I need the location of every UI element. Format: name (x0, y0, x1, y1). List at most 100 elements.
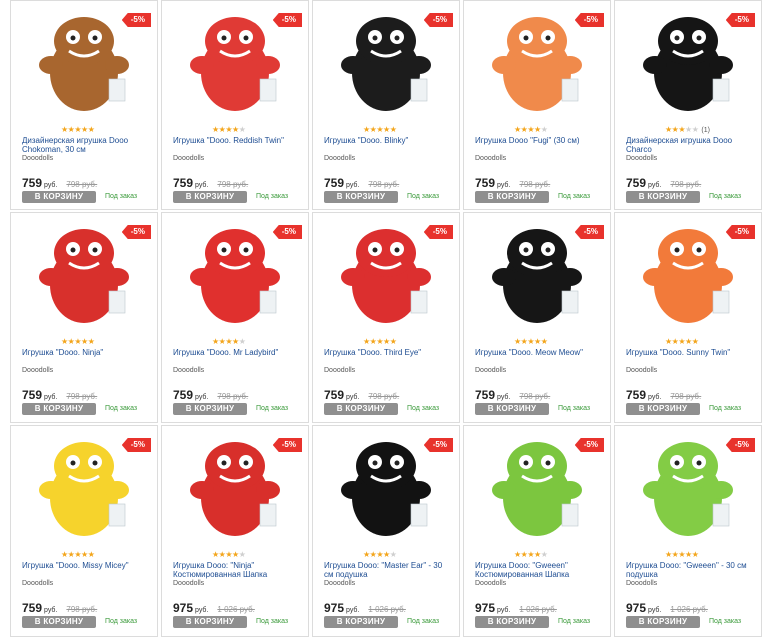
product-title-link[interactable]: Игрушка "Dooo. Missy Micey" (22, 561, 150, 570)
add-to-cart-button[interactable]: В КОРЗИНУ (324, 191, 398, 203)
star-icon: ★ (232, 337, 239, 346)
star-icon: ★ (383, 337, 390, 346)
product-card[interactable]: -5% ★★★★★ Игрушка "Dooo. Ninja" Dooodoll… (10, 212, 158, 423)
brand-label: Dooodolls (173, 367, 205, 374)
star-icon: ★ (232, 550, 239, 559)
availability-status: Под заказ (407, 618, 440, 625)
price-row: 759 руб. 798 руб. (324, 174, 399, 190)
product-card[interactable]: -5% ★★★★★ Игрушка Dooo: "Master Ear" - 3… (312, 425, 460, 637)
add-to-cart-button[interactable]: В КОРЗИНУ (475, 616, 549, 628)
product-title-link[interactable]: Игрушка "Dooo. Sunny Twin" (626, 348, 754, 357)
currency-label: руб. (346, 182, 360, 189)
star-icon: ★ (685, 125, 692, 134)
price-value: 759 (324, 388, 345, 402)
brand-label: Dooodolls (22, 155, 54, 162)
price-row: 975 руб. 1 026 руб. (324, 599, 406, 615)
product-card[interactable]: -5% ★★★★★ Игрушка "Dooo. Meow Meow" Dooo… (463, 212, 611, 423)
availability-status: Под заказ (709, 618, 742, 625)
star-icon: ★ (376, 337, 384, 346)
old-price: 1 026 руб. (670, 605, 708, 614)
product-card[interactable]: -5% ★★★★★ Игрушка "Dooo. Reddish Twin" D… (161, 0, 309, 210)
price-row: 759 руб. 798 руб. (475, 174, 550, 190)
add-to-cart-button[interactable]: В КОРЗИНУ (22, 191, 96, 203)
rating-stars: ★★★★★ (61, 125, 95, 135)
add-to-cart-button[interactable]: В КОРЗИНУ (324, 403, 398, 415)
discount-badge: -5% (725, 13, 755, 27)
star-icon: ★ (87, 550, 95, 559)
product-title-link[interactable]: Игрушка "Dooo. Ninja" (22, 348, 150, 357)
product-card[interactable]: -5% ★★★★★ Игрушка "Dooo. Missy Micey" Do… (10, 425, 158, 637)
discount-badge: -5% (272, 225, 302, 239)
star-icon: ★ (534, 125, 541, 134)
old-price: 798 руб. (519, 392, 551, 401)
currency-label: руб. (497, 607, 511, 614)
availability-status: Под заказ (407, 405, 440, 412)
currency-label: руб. (44, 394, 58, 401)
product-card[interactable]: -5% ★★★★★ (1) Дизайнерская игрушка Dooo C… (614, 0, 762, 210)
star-icon: ★ (383, 550, 390, 559)
star-icon: ★ (238, 337, 246, 346)
brand-label: Dooodolls (626, 580, 658, 587)
product-title-link[interactable]: Игрушка "Dooo. Meow Meow" (475, 348, 603, 357)
add-to-cart-button[interactable]: В КОРЗИНУ (173, 403, 247, 415)
add-to-cart-button[interactable]: В КОРЗИНУ (173, 616, 247, 628)
product-title-link[interactable]: Игрушка Dooo: "Master Ear" - 30 см подуш… (324, 561, 452, 579)
star-icon: ★ (212, 337, 219, 346)
add-to-cart-button[interactable]: В КОРЗИНУ (22, 403, 96, 415)
product-card[interactable]: -5% ★★★★★ Игрушка "Dooo. Third Eye" Dooo… (312, 212, 460, 423)
availability-status: Под заказ (105, 618, 138, 625)
add-to-cart-button[interactable]: В КОРЗИНУ (626, 191, 700, 203)
add-to-cart-button[interactable]: В КОРЗИНУ (22, 616, 96, 628)
product-title-link[interactable]: Дизайнерская игрушка Dooo Charco (626, 136, 754, 154)
old-price: 798 руб. (217, 392, 249, 401)
add-to-cart-button[interactable]: В КОРЗИНУ (475, 403, 549, 415)
star-icon: ★ (691, 125, 699, 134)
product-title-link[interactable]: Дизайнерская игрушка Dooo Chokoman, 30 с… (22, 136, 150, 154)
product-title-link[interactable]: Игрушка "Dooo. Mr Ladybird" (173, 348, 301, 357)
price-value: 759 (626, 388, 647, 402)
product-card[interactable]: -5% ★★★★★ Игрушка "Dooo. Mr Ladybird" Do… (161, 212, 309, 423)
product-title-link[interactable]: Игрушка "Dooo. Third Eye" (324, 348, 452, 357)
rating-stars: ★★★★★ (514, 125, 548, 135)
discount-badge: -5% (272, 13, 302, 27)
star-icon: ★ (514, 125, 521, 134)
product-title-link[interactable]: Игрушка Dooo: "Gweeen" Костюмированная Ш… (475, 561, 603, 579)
currency-label: руб. (44, 182, 58, 189)
product-title-link[interactable]: Игрушка Dooo "Fugi" (30 см) (475, 136, 603, 145)
price-row: 759 руб. 798 руб. (22, 174, 97, 190)
star-icon: ★ (540, 337, 548, 346)
old-price: 1 026 руб. (519, 605, 557, 614)
star-icon: ★ (514, 550, 521, 559)
product-title-link[interactable]: Игрушка "Dooo. Blinky" (324, 136, 452, 145)
star-icon: ★ (534, 337, 541, 346)
product-title-link[interactable]: Игрушка Dooo: "Gweeen" - 30 см подушка (626, 561, 754, 579)
brand-label: Dooodolls (173, 155, 205, 162)
price-row: 759 руб. 798 руб. (22, 386, 97, 402)
add-to-cart-button[interactable]: В КОРЗИНУ (626, 616, 700, 628)
star-icon: ★ (238, 550, 246, 559)
product-card[interactable]: -5% ★★★★★ Игрушка Dooo: "Gweeen" - 30 см… (614, 425, 762, 637)
product-card[interactable]: -5% ★★★★★ Игрушка "Dooo. Blinky" Dooodol… (312, 0, 460, 210)
star-icon: ★ (678, 337, 686, 346)
rating-stars: ★★★★★ (61, 550, 95, 560)
star-icon: ★ (225, 125, 233, 134)
price-value: 759 (475, 388, 496, 402)
add-to-cart-button[interactable]: В КОРЗИНУ (324, 616, 398, 628)
product-title-link[interactable]: Игрушка "Dooo. Reddish Twin" (173, 136, 301, 145)
add-to-cart-button[interactable]: В КОРЗИНУ (173, 191, 247, 203)
product-card[interactable]: -5% ★★★★★ Игрушка Dooo: "Ninja" Костюмир… (161, 425, 309, 637)
review-count[interactable]: (1) (701, 127, 710, 134)
star-icon: ★ (225, 550, 233, 559)
price-value: 759 (22, 601, 43, 615)
brand-label: Dooodolls (475, 367, 507, 374)
product-card[interactable]: -5% ★★★★★ Игрушка Dooo "Fugi" (30 см) Do… (463, 0, 611, 210)
product-title-link[interactable]: Игрушка Dooo: "Ninja" Костюмированная Ша… (173, 561, 301, 579)
add-to-cart-button[interactable]: В КОРЗИНУ (475, 191, 549, 203)
star-icon: ★ (363, 550, 370, 559)
add-to-cart-button[interactable]: В КОРЗИНУ (626, 403, 700, 415)
brand-label: Dooodolls (475, 580, 507, 587)
star-icon: ★ (81, 337, 88, 346)
product-card[interactable]: -5% ★★★★★ Игрушка "Dooo. Sunny Twin" Doo… (614, 212, 762, 423)
product-card[interactable]: -5% ★★★★★ Игрушка Dooo: "Gweeen" Костюми… (463, 425, 611, 637)
product-card[interactable]: -5% ★★★★★ Дизайнерская игрушка Dooo Chok… (10, 0, 158, 210)
